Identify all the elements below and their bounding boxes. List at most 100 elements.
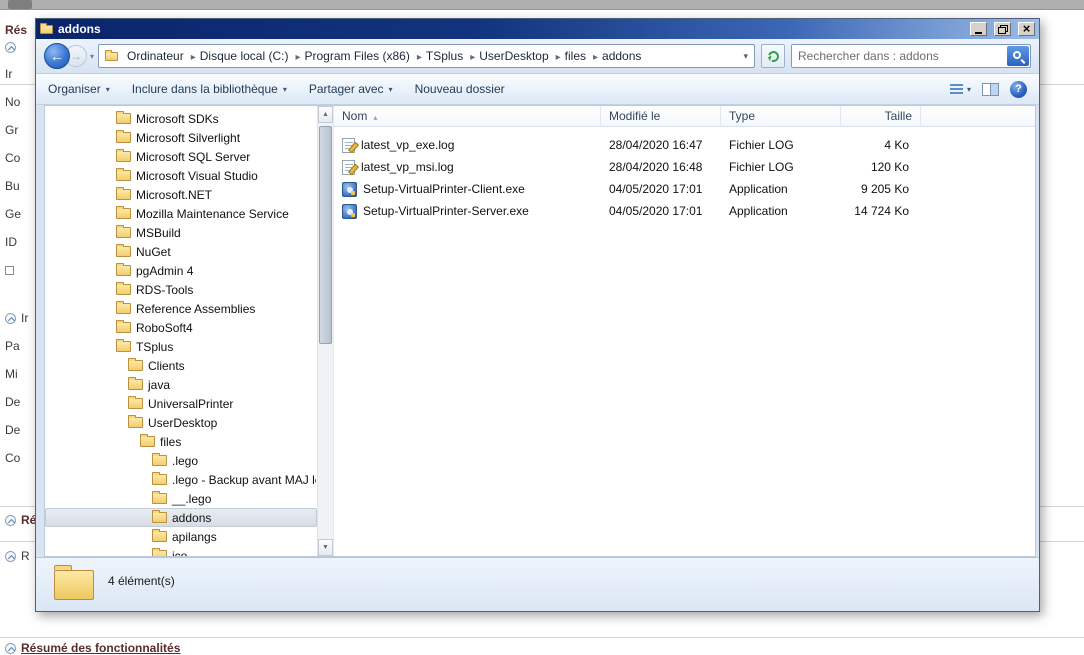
titlebar[interactable]: addons	[36, 19, 1039, 39]
new-folder-button[interactable]: Nouveau dossier	[415, 82, 505, 96]
tree-item-label: UniversalPrinter	[148, 397, 233, 411]
change-view-button[interactable]	[950, 84, 971, 94]
file-type: Application	[721, 204, 841, 218]
column-header-type[interactable]: Type	[721, 106, 841, 126]
tree-item-lego-backup-avant-maj-lego-ex[interactable]: .lego - Backup avant MAJ lego ex	[45, 470, 317, 489]
background-fragment: Ir	[5, 310, 28, 326]
search-button[interactable]	[1007, 46, 1029, 66]
file-row[interactable]: Setup-VirtualPrinter-Server.exe 04/05/202…	[334, 200, 1035, 222]
background-label: Gr	[5, 123, 18, 137]
tree-item-label: RDS-Tools	[136, 283, 193, 297]
file-modified: 04/05/2020 17:01	[601, 204, 721, 218]
log-file-icon	[342, 138, 355, 153]
tree-item-clients[interactable]: Clients	[45, 356, 317, 375]
tree-item-microsoft-sdks[interactable]: Microsoft SDKs	[45, 109, 317, 128]
close-button[interactable]	[1018, 22, 1035, 36]
tree-item-mozilla-maintenance-service[interactable]: Mozilla Maintenance Service	[45, 204, 317, 223]
tree-item-label: Microsoft SQL Server	[136, 150, 250, 164]
breadcrumb-segment[interactable]: addons	[600, 48, 643, 64]
close-icon	[1023, 22, 1031, 36]
tree-item-reference-assemblies[interactable]: Reference Assemblies	[45, 299, 317, 318]
breadcrumb-segment[interactable]: files	[563, 48, 600, 64]
tree-item-microsoft-silverlight[interactable]: Microsoft Silverlight	[45, 128, 317, 147]
tree-item-msbuild[interactable]: MSBuild	[45, 223, 317, 242]
breadcrumb-segment[interactable]: TSplus	[424, 48, 477, 64]
folder-icon	[152, 531, 167, 542]
tree-item-microsoft-sql-server[interactable]: Microsoft SQL Server	[45, 147, 317, 166]
tree-scrollbar[interactable]	[317, 106, 333, 556]
breadcrumb-segment[interactable]: Program Files (x86)	[302, 48, 423, 64]
preview-pane-button[interactable]	[982, 83, 999, 96]
background-label: De	[5, 423, 20, 437]
file-name-cell: Setup-VirtualPrinter-Client.exe	[334, 182, 601, 197]
tree-item-apilangs[interactable]: apilangs	[45, 527, 317, 546]
background-fragment: Ir	[5, 66, 12, 82]
history-dropdown-icon[interactable]	[90, 52, 94, 61]
column-header-modified[interactable]: Modifié le	[601, 106, 721, 126]
tree-item-universalprinter[interactable]: UniversalPrinter	[45, 394, 317, 413]
organize-button[interactable]: Organiser	[48, 82, 110, 96]
tree-item-addons[interactable]: addons	[45, 508, 317, 527]
folder-icon	[116, 284, 131, 295]
background-fragment: De	[5, 422, 20, 438]
chevron-circle-icon	[5, 42, 16, 53]
column-header-size[interactable]: Taille	[841, 106, 921, 126]
address-dropdown-icon[interactable]	[743, 51, 748, 62]
breadcrumb-segment[interactable]: Ordinateur	[125, 48, 198, 64]
scroll-up-button[interactable]	[318, 106, 333, 123]
minimize-icon	[975, 32, 982, 34]
address-folder-icon	[105, 52, 118, 61]
help-button[interactable]	[1010, 81, 1027, 98]
column-header-name[interactable]: Nom	[334, 106, 601, 126]
tree-item-ico[interactable]: ico	[45, 546, 317, 556]
tree-item-label: Clients	[148, 359, 185, 373]
tree-item-nuget[interactable]: NuGet	[45, 242, 317, 261]
background-fragment: Ge	[5, 206, 21, 222]
back-button[interactable]	[44, 43, 70, 69]
maximize-button[interactable]	[994, 22, 1011, 36]
file-row[interactable]: Setup-VirtualPrinter-Client.exe04/05/202…	[334, 178, 1035, 200]
tree-item-java[interactable]: java	[45, 375, 317, 394]
folder-icon	[128, 417, 143, 428]
tree-item-label: addons	[172, 511, 211, 525]
background-label: Rés	[5, 23, 27, 37]
file-size: 120 Ko	[841, 160, 921, 174]
background-fragment: Pa	[5, 338, 20, 354]
refresh-button[interactable]	[761, 44, 785, 68]
address-bar[interactable]: OrdinateurDisque local (C:)Program Files…	[98, 44, 755, 68]
scrollbar-thumb[interactable]	[319, 126, 332, 344]
background-label: Bu	[5, 179, 20, 193]
breadcrumb-segment[interactable]: Disque local (C:)	[198, 48, 303, 64]
tree-item-robosoft4[interactable]: RoboSoft4	[45, 318, 317, 337]
background-fragment	[5, 39, 16, 55]
folder-icon	[116, 227, 131, 238]
background-fragment: Rés	[5, 22, 27, 38]
tree-item-microsoft-visual-studio[interactable]: Microsoft Visual Studio	[45, 166, 317, 185]
tree-item-lego[interactable]: .lego	[45, 451, 317, 470]
file-row[interactable]: latest_vp_exe.log28/04/2020 16:47Fichier…	[334, 134, 1035, 156]
screen: RésIrNoGrCoBuGeIDIrPaMiDeDeCoRésRRésumé …	[0, 0, 1084, 655]
file-name: Setup-VirtualPrinter-Server.exe	[363, 204, 529, 218]
minimize-button[interactable]	[970, 22, 987, 36]
breadcrumb-segment[interactable]: UserDesktop	[477, 48, 562, 64]
tree-item-microsoft-net[interactable]: Microsoft.NET	[45, 185, 317, 204]
tree-item-files[interactable]: files	[45, 432, 317, 451]
tree-item-label: __.lego	[172, 492, 211, 506]
include-in-library-button[interactable]: Inclure dans la bibliothèque	[132, 82, 287, 96]
search-box	[791, 44, 1031, 68]
tree-item-pgadmin-4[interactable]: pgAdmin 4	[45, 261, 317, 280]
share-with-button[interactable]: Partager avec	[309, 82, 393, 96]
tree-item-rds-tools[interactable]: RDS-Tools	[45, 280, 317, 299]
tree-item-lego[interactable]: __.lego	[45, 489, 317, 508]
tree-item-tsplus[interactable]: TSplus	[45, 337, 317, 356]
folder-icon	[152, 550, 167, 556]
scroll-down-button[interactable]	[318, 539, 333, 556]
background-fragment: No	[5, 94, 20, 110]
folder-icon	[116, 170, 131, 181]
file-row[interactable]: latest_vp_msi.log28/04/2020 16:48Fichier…	[334, 156, 1035, 178]
chevron-circle-icon	[5, 643, 16, 654]
search-input[interactable]	[792, 49, 1007, 63]
tree-item-userdesktop[interactable]: UserDesktop	[45, 413, 317, 432]
checkbox	[5, 266, 14, 275]
breadcrumb: OrdinateurDisque local (C:)Program Files…	[125, 48, 643, 64]
